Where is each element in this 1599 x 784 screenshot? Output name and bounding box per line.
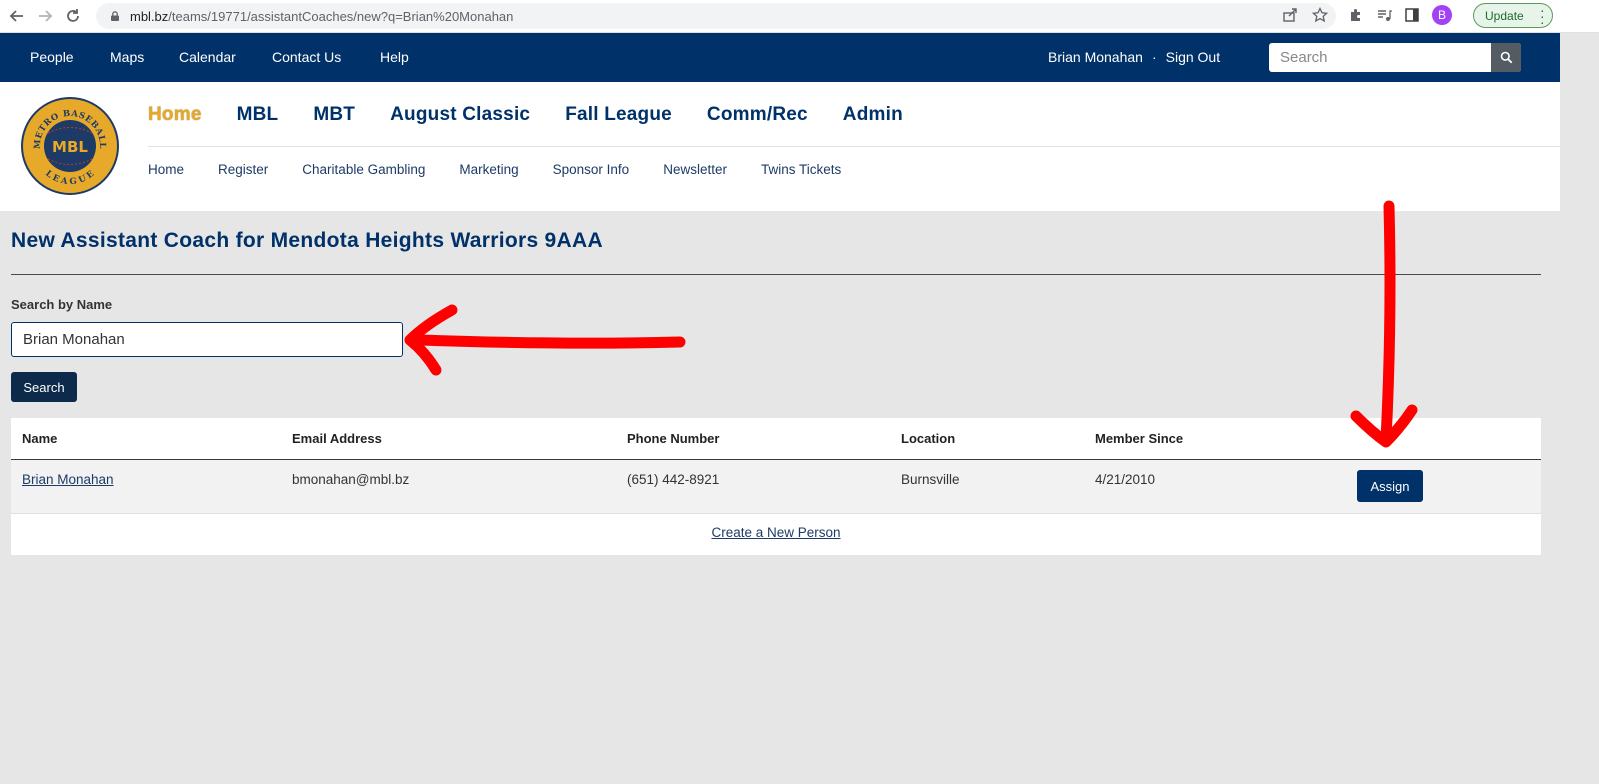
secondary-nav-register[interactable]: Register [218,162,268,177]
user-name-link[interactable]: Brian Monahan [1048,49,1143,65]
arrow-down-annotation [1350,200,1418,448]
assign-button[interactable]: Assign [1357,470,1423,502]
topnav-calendar[interactable]: Calendar [179,49,236,65]
topnav-contact-us[interactable]: Contact Us [272,49,341,65]
svg-text:MBL: MBL [52,138,88,156]
user-area: Brian Monahan · Sign Out [1048,49,1220,65]
table-header: Name Email Address Phone Number Location… [11,418,1541,460]
phone-cell: (651) 442-8921 [627,472,720,487]
site-header: METRO BASEBALL LEAGUE MBL Home MBL MBT A… [0,82,1560,211]
sidepanel-icon[interactable] [1404,7,1420,23]
topnav-maps[interactable]: Maps [110,49,144,65]
primary-nav-home[interactable]: Home [148,104,202,126]
column-header-email: Email Address [292,431,382,446]
location-cell: Burnsville [901,472,960,487]
topnav-help[interactable]: Help [380,49,409,65]
site-topbar: People Maps Calendar Contact Us Help Bri… [0,33,1560,82]
column-header-member-since: Member Since [1095,431,1184,446]
column-header-name: Name [22,431,58,446]
column-header-location: Location [901,431,956,446]
url-text: mbl.bz/teams/19771/assistantCoaches/new?… [130,8,514,24]
primary-nav-mbl[interactable]: MBL [237,104,279,126]
primary-nav-august-classic[interactable]: August Classic [390,104,530,126]
table-row: Brian Monahan bmonahan@mbl.bz (651) 442-… [11,460,1541,514]
search-by-name-label: Search by Name [11,297,113,312]
browser-toolbar: mbl.bz/teams/19771/assistantCoaches/new?… [0,0,1599,33]
forward-icon[interactable] [34,5,56,27]
more-icon[interactable]: · · · [1540,3,1545,29]
back-icon[interactable] [6,5,28,27]
arrow-left-annotation [404,304,686,376]
search-button[interactable]: Search [11,372,77,402]
secondary-nav-sponsor-info[interactable]: Sponsor Info [553,162,630,177]
site-search [1269,43,1521,72]
secondary-nav: Home Register Charitable Gambling Market… [148,162,875,177]
address-bar[interactable]: mbl.bz/teams/19771/assistantCoaches/new?… [96,3,1336,29]
secondary-nav-charitable-gambling[interactable]: Charitable Gambling [302,162,425,177]
page-title: New Assistant Coach for Mendota Heights … [11,229,603,252]
secondary-nav-twins-tickets[interactable]: Twins Tickets [761,162,841,177]
lock-icon [111,11,119,21]
puzzle-icon[interactable] [1348,7,1364,23]
mbl-logo[interactable]: METRO BASEBALL LEAGUE MBL [20,96,120,196]
title-rule [11,274,1541,275]
sign-out-link[interactable]: Sign Out [1166,49,1220,65]
results-table: Name Email Address Phone Number Location… [11,418,1541,555]
primary-nav: Home MBL MBT August Classic Fall League … [148,104,938,126]
secondary-nav-home[interactable]: Home [148,162,184,177]
member-since-cell: 4/21/2010 [1095,472,1156,487]
site-search-input[interactable] [1269,43,1491,72]
secondary-nav-marketing[interactable]: Marketing [459,162,518,177]
site-search-button[interactable] [1491,43,1521,72]
media-icon[interactable] [1376,7,1392,23]
primary-nav-mbt[interactable]: MBT [313,104,355,126]
share-icon[interactable] [1282,7,1298,23]
name-search-input[interactable] [11,322,403,357]
secondary-nav-newsletter[interactable]: Newsletter [663,162,727,177]
column-header-phone: Phone Number [627,431,720,446]
header-divider [148,146,1560,147]
person-name-link[interactable]: Brian Monahan [22,472,114,487]
reload-icon[interactable] [62,5,84,27]
email-cell: bmonahan@mbl.bz [292,472,410,487]
star-icon[interactable] [1312,7,1328,23]
profile-avatar[interactable]: B [1432,5,1452,25]
primary-nav-comm-rec[interactable]: Comm/Rec [707,104,808,126]
primary-nav-admin[interactable]: Admin [843,104,903,126]
topnav-people[interactable]: People [30,49,74,65]
create-new-person-link[interactable]: Create a New Person [11,525,1541,540]
primary-nav-fall-league[interactable]: Fall League [565,104,672,126]
search-icon [1500,51,1512,64]
separator: · [1151,49,1157,65]
update-button[interactable]: Update · · · [1473,3,1553,29]
